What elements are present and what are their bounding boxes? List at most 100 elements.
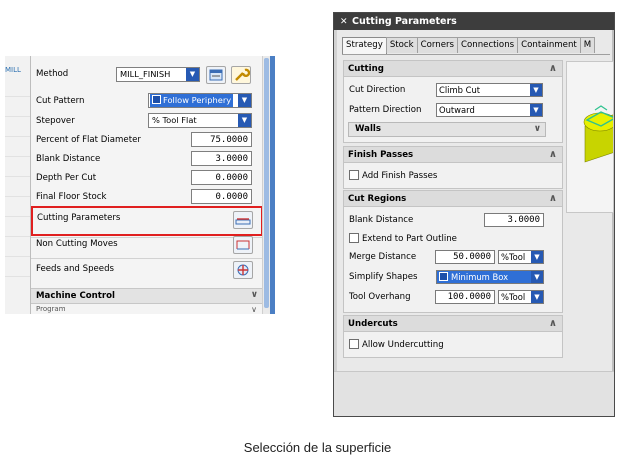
- merge-distance-unit-select[interactable]: %Tool ▼: [498, 250, 544, 264]
- chevron-down-icon: ▼: [531, 291, 543, 303]
- allow-undercutting-checkbox[interactable]: Allow Undercutting: [349, 339, 444, 350]
- tool-overhang-label: Tool Overhang: [349, 292, 411, 302]
- allow-undercutting-label: Allow Undercutting: [362, 340, 444, 350]
- tab-more[interactable]: M: [579, 37, 596, 53]
- tool-overhang-unit: %Tool: [501, 292, 526, 302]
- dialog-title: Cutting Parameters: [352, 16, 457, 27]
- finish-passes-header[interactable]: Finish Passes ∧: [344, 147, 562, 163]
- cutting-group-header[interactable]: Cutting ∧: [344, 61, 562, 77]
- blank-distance-input[interactable]: 3.0000: [484, 213, 544, 227]
- non-cutting-moves-icon[interactable]: [233, 236, 253, 254]
- merge-distance-input[interactable]: 50.0000: [435, 250, 495, 264]
- tab-stock[interactable]: Stock: [385, 37, 418, 53]
- chevron-down-icon: ▼: [238, 114, 251, 127]
- cut-pattern-select[interactable]: Follow Periphery ▼: [148, 93, 252, 108]
- blank-distance-input[interactable]: 3.0000: [191, 151, 252, 166]
- extend-to-part-outline-label: Extend to Part Outline: [362, 234, 457, 244]
- walls-label: Walls: [355, 124, 381, 134]
- stepover-select[interactable]: % Tool Flat ▼: [148, 113, 252, 128]
- navigator-edge: MILL: [5, 56, 30, 314]
- chevron-down-icon: ∨: [533, 124, 541, 134]
- undercuts-group: Undercuts ∧ Allow Undercutting: [343, 315, 563, 358]
- chevron-down-icon: ▼: [530, 104, 542, 116]
- simplify-shapes-select[interactable]: Minimum Box ▼: [436, 270, 544, 284]
- feeds-and-speeds-icon[interactable]: [233, 261, 253, 279]
- extend-to-part-outline-checkbox[interactable]: Extend to Part Outline: [349, 233, 457, 244]
- preview-image: [566, 61, 614, 213]
- finish-passes-group: Finish Passes ∧ Add Finish Passes: [343, 146, 563, 189]
- dialog-titlebar[interactable]: ✕ Cutting Parameters: [334, 13, 614, 30]
- tool-overhang-unit-select[interactable]: %Tool ▼: [498, 290, 544, 304]
- tool-overhang-input[interactable]: 100.0000: [435, 290, 495, 304]
- final-floor-stock-label: Final Floor Stock: [36, 192, 107, 202]
- machine-control-label: Machine Control: [36, 291, 115, 301]
- scrollbar[interactable]: [262, 56, 270, 314]
- percent-flat-input[interactable]: 75.0000: [191, 132, 252, 147]
- program-stub: Program: [36, 305, 66, 313]
- cut-direction-select[interactable]: Climb Cut ▼: [436, 83, 543, 97]
- cutting-group-title: Cutting: [348, 64, 384, 74]
- finish-passes-title: Finish Passes: [348, 150, 414, 160]
- simplify-shapes-label: Simplify Shapes: [349, 272, 418, 282]
- non-cutting-moves-label: Non Cutting Moves: [36, 239, 118, 249]
- stepover-value: % Tool Flat: [152, 115, 197, 125]
- tab-strip: Strategy Stock Corners Connections Containme…: [342, 37, 596, 55]
- cutting-group: Cutting ∧ Cut Direction Climb Cut ▼ Patt…: [343, 60, 563, 143]
- undercuts-title: Undercuts: [348, 319, 398, 329]
- chevron-down-icon: ▼: [531, 251, 543, 263]
- chevron-up-icon[interactable]: ∧: [549, 316, 557, 332]
- chevron-up-icon[interactable]: ∧: [549, 147, 557, 163]
- dialog-footer: [334, 371, 614, 416]
- merge-distance-unit: %Tool: [501, 252, 526, 262]
- chevron-up-icon[interactable]: ∧: [549, 61, 557, 77]
- merge-distance-label: Merge Distance: [349, 252, 417, 262]
- chevron-down-icon: ▼: [238, 94, 251, 107]
- checkbox-icon: [349, 233, 359, 243]
- cutting-parameters-icon[interactable]: [233, 211, 253, 229]
- depth-per-cut-input[interactable]: 0.0000: [191, 170, 252, 185]
- side-strip: [270, 56, 275, 314]
- cutting-parameters-label: Cutting Parameters: [37, 213, 121, 223]
- pattern-direction-value: Outward: [439, 105, 475, 115]
- walls-subgroup[interactable]: Walls ∨: [348, 122, 546, 137]
- percent-flat-label: Percent of Flat Diameter: [36, 135, 141, 145]
- chevron-up-icon[interactable]: ∧: [549, 191, 557, 207]
- edit-method-icon[interactable]: [206, 66, 226, 84]
- operation-form: Method MILL_FINISH ▼ Cut Pattern Follow …: [30, 56, 263, 314]
- cut-regions-header[interactable]: Cut Regions ∧: [344, 191, 562, 207]
- cut-direction-label: Cut Direction: [349, 85, 406, 95]
- pattern-direction-label: Pattern Direction: [349, 105, 422, 115]
- cut-regions-title: Cut Regions: [348, 194, 407, 204]
- tab-strategy[interactable]: Strategy: [342, 37, 387, 55]
- add-finish-passes-checkbox[interactable]: Add Finish Passes: [349, 170, 437, 181]
- simplify-shapes-value: Minimum Box: [451, 272, 509, 282]
- cutting-parameters-row[interactable]: Cutting Parameters: [31, 206, 263, 236]
- method-value: MILL_FINISH: [120, 69, 171, 79]
- cut-direction-value: Climb Cut: [439, 85, 481, 95]
- method-select[interactable]: MILL_FINISH ▼: [116, 67, 200, 82]
- chevron-down-icon: ▼: [186, 68, 199, 81]
- chevron-down-icon: ▼: [530, 84, 542, 96]
- tab-connections[interactable]: Connections: [457, 37, 519, 53]
- tab-containment[interactable]: Containment: [517, 37, 581, 53]
- cut-regions-group: Cut Regions ∧ Blank Distance 3.0000 Exte…: [343, 190, 563, 313]
- shape-swatch-icon: [439, 272, 448, 281]
- final-floor-stock-input[interactable]: 0.0000: [191, 189, 252, 204]
- chevron-down-icon: ∨: [251, 305, 257, 314]
- navigator-stub-text: MILL: [5, 66, 21, 74]
- stepover-label: Stepover: [36, 116, 75, 126]
- cutting-parameters-dialog: ✕ Cutting Parameters Strategy Stock Corners…: [333, 12, 615, 417]
- wrench-icon[interactable]: [231, 66, 251, 84]
- undercuts-header[interactable]: Undercuts ∧: [344, 316, 562, 332]
- operation-panel: MILL Method MILL_FINISH ▼ Cut Pattern Fo…: [5, 56, 275, 314]
- checkbox-icon: [349, 170, 359, 180]
- blank-distance-label: Blank Distance: [36, 154, 101, 164]
- machine-control-header[interactable]: Machine Control ∨: [31, 288, 263, 304]
- cut-pattern-label: Cut Pattern: [36, 96, 85, 106]
- tab-corners[interactable]: Corners: [416, 37, 459, 53]
- method-label: Method: [36, 69, 69, 79]
- figure-caption: Selección de la superficie: [243, 440, 392, 455]
- pattern-swatch-icon: [152, 95, 161, 104]
- pattern-direction-select[interactable]: Outward ▼: [436, 103, 543, 117]
- depth-per-cut-label: Depth Per Cut: [36, 173, 97, 183]
